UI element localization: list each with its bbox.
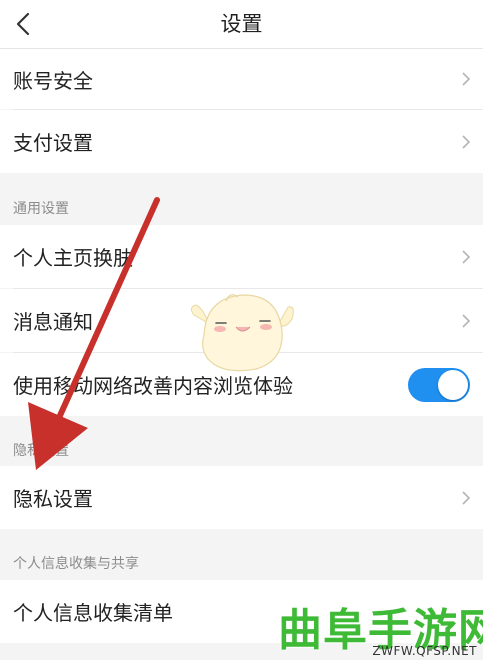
- row-label: 账号安全: [13, 68, 93, 93]
- chevron-right-icon: [462, 313, 471, 328]
- row-account-security[interactable]: 账号安全: [0, 49, 483, 109]
- section-header-privacy: 隐私设置: [13, 443, 69, 459]
- chevron-right-icon: [462, 72, 471, 86]
- row-homepage-skin[interactable]: 个人主页换肤: [0, 225, 483, 288]
- row-label: 个人主页换肤: [13, 246, 133, 270]
- mascot-sticker: [190, 294, 294, 372]
- section-header-general: 通用设置: [13, 201, 69, 217]
- row-label: 隐私设置: [13, 487, 93, 511]
- toggle-knob: [438, 370, 468, 400]
- chevron-right-icon: [462, 249, 471, 264]
- row-label: 支付设置: [13, 131, 93, 155]
- chevron-right-icon: [462, 134, 471, 149]
- page-title: 设置: [220, 12, 263, 36]
- top-nav-bar: 设置: [0, 0, 483, 49]
- section-header-info-collection: 个人信息收集与共享: [13, 556, 139, 572]
- row-label: 消息通知: [13, 310, 93, 334]
- watermark-url: ZWFW.QFSP.NET: [372, 644, 477, 658]
- row-label: 个人信息收集清单: [13, 601, 173, 625]
- row-payment-settings[interactable]: 支付设置: [0, 110, 483, 173]
- mobile-network-toggle[interactable]: [408, 368, 470, 402]
- row-privacy-settings[interactable]: 隐私设置: [0, 466, 483, 529]
- site-watermark: 曲阜手游网 ZWFW.QFSP.NET: [270, 602, 483, 660]
- chevron-right-icon: [462, 490, 471, 505]
